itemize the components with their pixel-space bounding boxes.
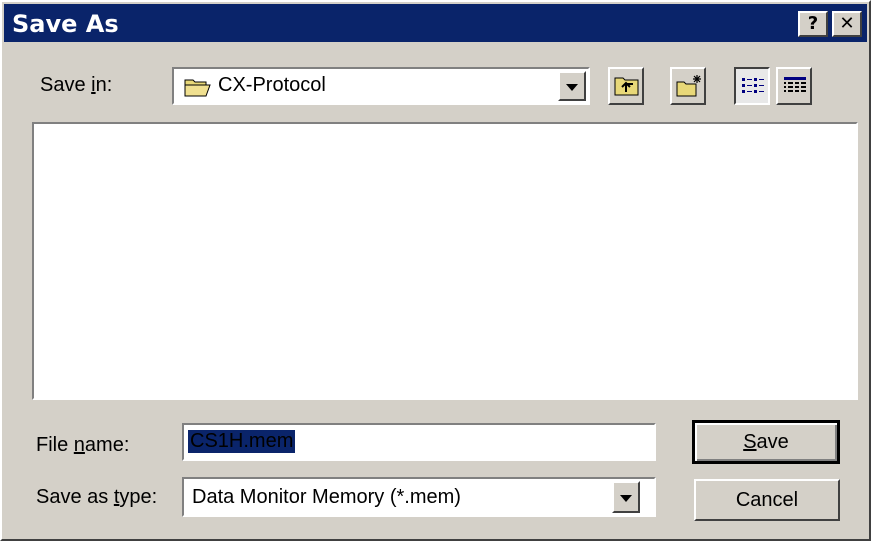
save-as-dialog: Save As ? ✕ Save in: CX-Protocol File na… (0, 0, 871, 541)
save-button[interactable]: Save (692, 420, 840, 464)
chevron-down-icon (566, 84, 578, 91)
new-folder-icon (676, 74, 704, 98)
title-bar[interactable]: Save As ? ✕ (4, 4, 867, 42)
up-one-level-icon (614, 75, 640, 97)
new-folder-button[interactable] (670, 67, 706, 105)
save-in-combo[interactable]: CX-Protocol (172, 67, 590, 105)
details-view-icon (783, 76, 807, 96)
help-button[interactable]: ? (798, 11, 828, 37)
save-in-label: Save in: (40, 74, 113, 96)
file-name-value: CS1H.mem (188, 430, 296, 453)
close-button[interactable]: ✕ (832, 11, 862, 37)
list-view-button[interactable] (734, 67, 770, 105)
save-in-value: CX-Protocol (218, 74, 326, 96)
save-as-type-dropdown-button[interactable] (612, 481, 640, 513)
chevron-down-icon (620, 495, 632, 502)
details-view-button[interactable] (776, 67, 812, 105)
file-name-input[interactable]: CS1H.mem (182, 423, 656, 461)
dialog-title: Save As (12, 10, 119, 38)
file-name-label: File name: (36, 434, 130, 456)
file-list-view[interactable] (32, 122, 858, 400)
list-view-icon (741, 76, 765, 96)
save-in-dropdown-button[interactable] (558, 71, 586, 101)
cancel-button[interactable]: Cancel (694, 479, 840, 521)
save-as-type-label: Save as type: (36, 486, 158, 508)
save-as-type-value: Data Monitor Memory (*.mem) (192, 486, 461, 508)
folder-open-icon (184, 76, 212, 98)
up-one-level-button[interactable] (608, 67, 644, 105)
save-as-type-select[interactable]: Data Monitor Memory (*.mem) (182, 477, 656, 517)
